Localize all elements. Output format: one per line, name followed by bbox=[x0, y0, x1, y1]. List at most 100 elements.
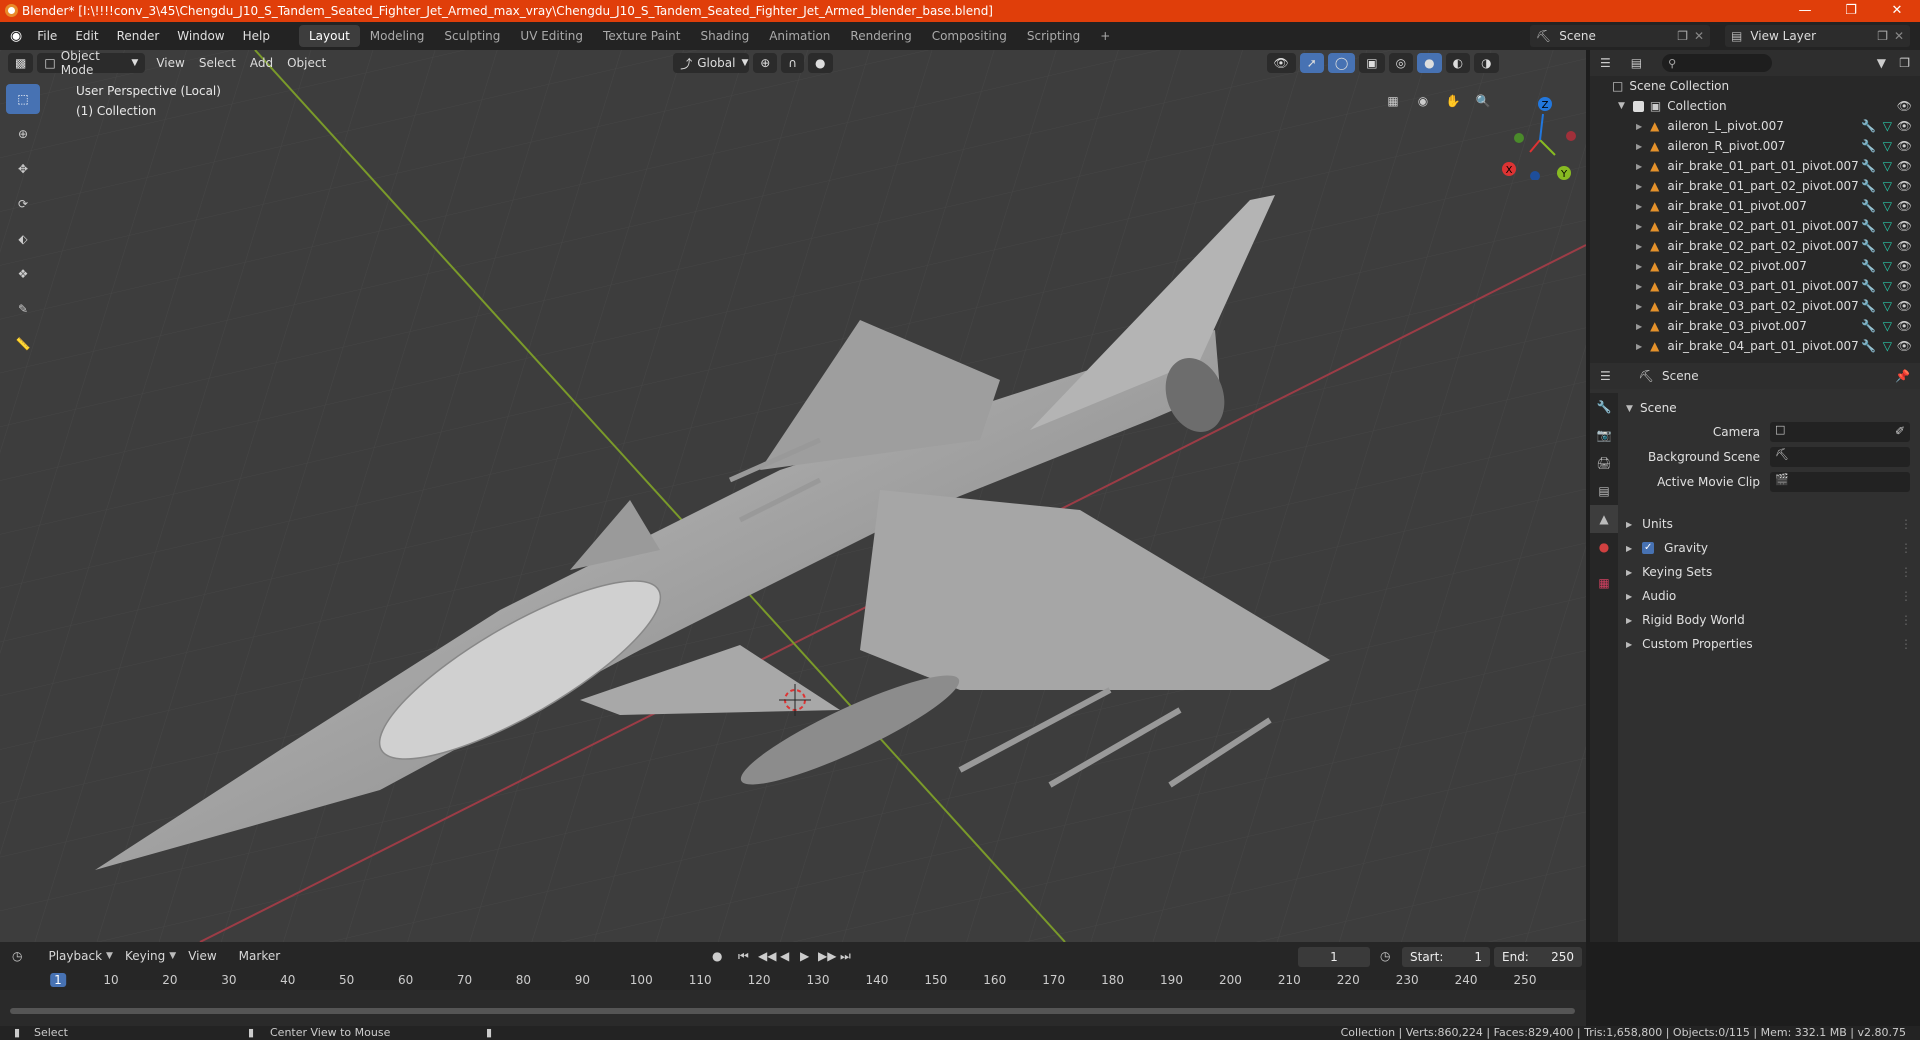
proportional-toggle[interactable]: ● bbox=[808, 53, 833, 73]
record-icon[interactable]: ● bbox=[712, 949, 722, 963]
new-collection-icon[interactable]: ❐ bbox=[1899, 56, 1910, 70]
expand-chevron-icon[interactable]: ▼ bbox=[1618, 101, 1625, 111]
toggle-grid-view-button[interactable]: ▦ bbox=[1380, 88, 1406, 114]
properties-editor-icon[interactable]: ☰ bbox=[1600, 369, 1611, 383]
tab-shading[interactable]: Shading bbox=[690, 25, 759, 47]
menu-object[interactable]: Object bbox=[280, 56, 333, 70]
expand-chevron-icon[interactable]: ▶ bbox=[1636, 142, 1642, 151]
expand-chevron-icon[interactable]: ▶ bbox=[1636, 302, 1642, 311]
tab-uv-editing[interactable]: UV Editing bbox=[510, 25, 593, 47]
outliner-item[interactable]: ▶ ▲ air_brake_03_pivot.007 🔧 ▽ 👁 bbox=[1590, 316, 1920, 336]
properties-panel[interactable]: ▶ Rigid Body World ⋮ bbox=[1622, 609, 1914, 631]
orientation-dropdown[interactable]: ⤴ Global ▼ bbox=[673, 53, 750, 73]
mode-dropdown[interactable]: □ Object Mode ▼ bbox=[37, 50, 146, 77]
remove-view-layer-icon[interactable]: ✕ bbox=[1894, 29, 1904, 43]
view-layer-tab[interactable]: ▤ bbox=[1590, 477, 1618, 505]
scene-selector[interactable]: ⛏ Scene ❐ ✕ bbox=[1530, 25, 1710, 47]
outliner-item[interactable]: ▶ ▲ air_brake_04_part_01_pivot.007 🔧 ▽ 👁 bbox=[1590, 336, 1920, 356]
outliner-item[interactable]: ▶ ▲ air_brake_03_part_01_pivot.007 🔧 ▽ 👁 bbox=[1590, 276, 1920, 296]
eye-icon[interactable]: 👁 bbox=[1897, 199, 1912, 213]
modifier-wrench-icon[interactable]: 🔧 bbox=[1861, 279, 1876, 293]
modifier-wrench-icon[interactable]: 🔧 bbox=[1861, 119, 1876, 133]
modifier-wrench-icon[interactable]: 🔧 bbox=[1861, 199, 1876, 213]
pivot-dropdown[interactable]: ⊕ bbox=[753, 53, 778, 73]
outliner-item[interactable]: ▶ ▲ air_brake_02_part_02_pivot.007 🔧 ▽ 👁 bbox=[1590, 236, 1920, 256]
tab-animation[interactable]: Animation bbox=[759, 25, 840, 47]
timeline-editor-icon[interactable]: ◷ bbox=[12, 949, 22, 963]
outliner-item[interactable]: ▶ ▲ aileron_L_pivot.007 🔧 ▽ 👁 bbox=[1590, 116, 1920, 136]
move-tool[interactable]: ✥ bbox=[6, 154, 40, 184]
snap-toggle[interactable]: ∩ bbox=[781, 53, 805, 73]
expand-chevron-icon[interactable]: ▶ bbox=[1636, 322, 1642, 331]
expand-chevron-icon[interactable]: ▶ bbox=[1636, 182, 1642, 191]
start-frame-field[interactable]: Start: 1 bbox=[1402, 947, 1490, 967]
mesh-data-icon[interactable]: ▽ bbox=[1883, 319, 1892, 333]
current-frame-field[interactable]: 1 bbox=[1298, 947, 1370, 967]
view-layer-selector[interactable]: ▤ View Layer ❐ ✕ bbox=[1725, 25, 1910, 47]
menu-render[interactable]: Render bbox=[108, 29, 169, 43]
gravity-checkbox[interactable]: ✓ bbox=[1642, 542, 1655, 554]
frame-ruler[interactable]: 1 10 20 30 40 50 60 70 80 90 100 110 120 130 140 150 160… bbox=[0, 970, 1586, 990]
mesh-data-icon[interactable]: ▽ bbox=[1883, 259, 1892, 273]
drag-handle-icon[interactable]: ⋮ bbox=[1900, 541, 1912, 555]
eye-icon[interactable]: 👁 bbox=[1897, 179, 1912, 193]
modifier-wrench-icon[interactable]: 🔧 bbox=[1861, 339, 1876, 353]
viewport-scene[interactable] bbox=[0, 50, 1586, 942]
eye-icon[interactable]: 👁 bbox=[1897, 239, 1912, 253]
scene-section-chevron-icon[interactable]: ▼ bbox=[1626, 404, 1633, 414]
camera-view-button[interactable]: ◉ bbox=[1410, 88, 1436, 114]
menu-file[interactable]: File bbox=[28, 29, 66, 43]
expand-chevron-icon[interactable]: ▶ bbox=[1636, 162, 1642, 171]
mesh-data-icon[interactable]: ▽ bbox=[1883, 219, 1892, 233]
timeline-scrollbar[interactable] bbox=[10, 1008, 1575, 1014]
eye-icon[interactable]: 👁 bbox=[1897, 279, 1912, 293]
modifier-wrench-icon[interactable]: 🔧 bbox=[1861, 259, 1876, 273]
tab-scripting[interactable]: Scripting bbox=[1017, 25, 1090, 47]
modifier-wrench-icon[interactable]: 🔧 bbox=[1861, 239, 1876, 253]
eye-icon[interactable]: 👁 bbox=[1897, 219, 1912, 233]
timeline-menu-marker[interactable]: Marker bbox=[239, 949, 280, 963]
outliner-item[interactable]: ▶ ▲ air_brake_01_part_02_pivot.007 🔧 ▽ 👁 bbox=[1590, 176, 1920, 196]
eye-icon[interactable]: 👁 bbox=[1897, 259, 1912, 273]
timeline-menu-keying[interactable]: Keying bbox=[125, 949, 165, 963]
outliner-item[interactable]: ▶ ▲ air_brake_02_pivot.007 🔧 ▽ 👁 bbox=[1590, 256, 1920, 276]
expand-chevron-icon[interactable]: ▶ bbox=[1636, 202, 1642, 211]
drag-handle-icon[interactable]: ⋮ bbox=[1900, 565, 1912, 579]
outliner-item[interactable]: ▶ ▲ aileron_R_pivot.007 🔧 ▽ 👁 bbox=[1590, 136, 1920, 156]
mesh-data-icon[interactable]: ▽ bbox=[1883, 299, 1892, 313]
exclude-checkbox[interactable] bbox=[1632, 100, 1644, 112]
timeline-menu-playback[interactable]: Playback bbox=[48, 949, 102, 963]
zoom-view-button[interactable]: 🔍 bbox=[1470, 88, 1496, 114]
tab-layout[interactable]: Layout bbox=[298, 25, 360, 47]
menu-add[interactable]: Add bbox=[243, 56, 280, 70]
properties-panel[interactable]: ▶ ✓ Gravity ⋮ bbox=[1622, 537, 1914, 559]
close-button[interactable]: ✕ bbox=[1874, 0, 1920, 22]
outliner-scene-collection[interactable]: □ Scene Collection bbox=[1590, 76, 1920, 96]
navigation-gizmo[interactable]: X Y Z bbox=[1495, 90, 1585, 180]
tab-rendering[interactable]: Rendering bbox=[840, 25, 921, 47]
mesh-data-icon[interactable]: ▽ bbox=[1883, 339, 1892, 353]
remove-scene-icon[interactable]: ✕ bbox=[1694, 29, 1704, 43]
measure-tool[interactable]: 📏 bbox=[6, 329, 40, 359]
menu-edit[interactable]: Edit bbox=[66, 29, 107, 43]
scene-section-title[interactable]: Scene bbox=[1640, 401, 1677, 415]
cursor-tool[interactable]: ⊕ bbox=[6, 119, 40, 149]
tab-sculpting[interactable]: Sculpting bbox=[434, 25, 510, 47]
eye-icon[interactable]: 👁 bbox=[1897, 99, 1912, 113]
menu-window[interactable]: Window bbox=[168, 29, 233, 43]
tool-tab[interactable]: 🔧 bbox=[1590, 393, 1618, 421]
tab-texture-paint[interactable]: Texture Paint bbox=[593, 25, 690, 47]
eye-icon[interactable]: 👁 bbox=[1897, 339, 1912, 353]
mesh-data-icon[interactable]: ▽ bbox=[1883, 179, 1892, 193]
properties-panel[interactable]: ▶ Units ⋮ bbox=[1622, 513, 1914, 535]
modifier-wrench-icon[interactable]: 🔧 bbox=[1861, 159, 1876, 173]
prev-keyframe-icon[interactable]: ◀◀ bbox=[758, 949, 776, 963]
world-tab[interactable]: ● bbox=[1590, 533, 1618, 561]
expand-chevron-icon[interactable]: ▶ bbox=[1636, 222, 1642, 231]
gizmo-toggle[interactable]: ➚ bbox=[1299, 53, 1324, 73]
texture-tab[interactable]: ▦ bbox=[1590, 569, 1618, 597]
scene-tab[interactable]: ▲ bbox=[1590, 505, 1618, 533]
eyedropper-icon[interactable]: ✐ bbox=[1895, 424, 1905, 438]
outliner-search-input[interactable]: ⚲ bbox=[1662, 54, 1773, 72]
next-keyframe-icon[interactable]: ▶▶ bbox=[818, 949, 836, 963]
